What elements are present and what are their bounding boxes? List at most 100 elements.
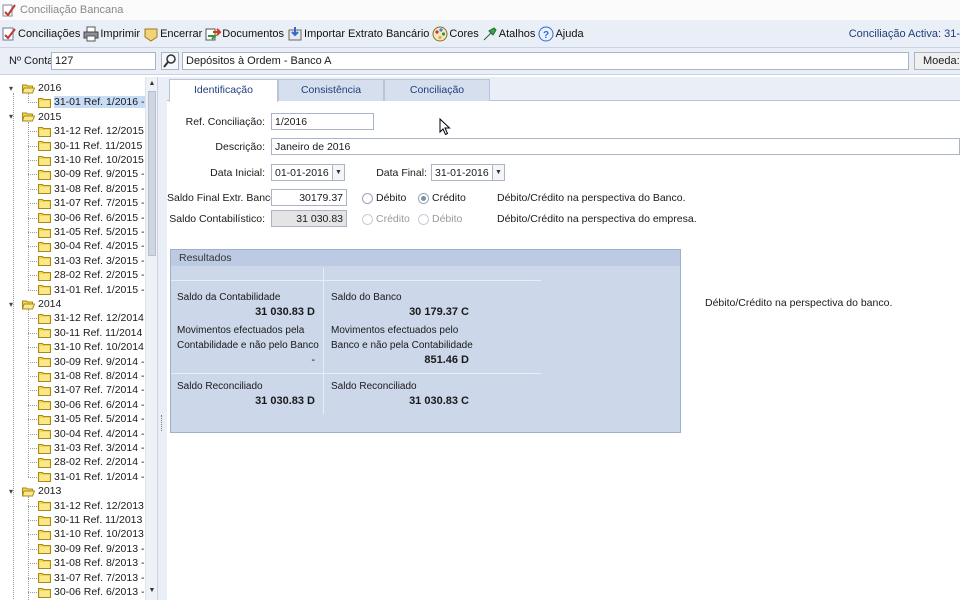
scroll-up-arrow-icon[interactable]: ▲ xyxy=(148,80,156,90)
tree-item[interactable]: 31-10 Ref. 10/2014 - Pe xyxy=(38,340,157,354)
tree-year-node[interactable]: ▾ 2016 xyxy=(9,81,61,95)
tree-item[interactable]: 30-06 Ref. 6/2015 - Per xyxy=(38,211,157,225)
tree-item[interactable]: 31-05 Ref. 5/2014 - Per xyxy=(38,412,158,426)
tree-connector xyxy=(28,520,37,521)
start-date-dropdown[interactable]: ▼ xyxy=(332,164,345,181)
tree-item[interactable]: 31-01 Ref. 1/2014 - Per xyxy=(38,470,157,484)
end-date-input[interactable]: 31-01-2016 xyxy=(431,164,493,181)
tree-year-node[interactable]: ▾ 2014 xyxy=(9,297,61,311)
tree-item[interactable]: 31-12 Ref. 12/2013 - Pe xyxy=(38,499,157,513)
account-search-button[interactable] xyxy=(161,52,179,70)
tree-connector xyxy=(28,332,37,334)
scroll-down-arrow-icon[interactable]: ▼ xyxy=(148,587,156,597)
scrollbar-thumb[interactable] xyxy=(148,91,156,256)
imprimir-label: Imprimir xyxy=(100,27,141,40)
ref-input[interactable]: 1/2016 xyxy=(271,113,374,130)
folder-icon xyxy=(38,457,51,468)
tree-branch-line xyxy=(28,93,29,103)
tree-item[interactable]: 30-04 Ref. 4/2014 - Per xyxy=(38,427,158,441)
documentos-button[interactable]: Documentos xyxy=(204,22,286,46)
folder-icon xyxy=(38,284,51,296)
tree-item[interactable]: 30-06 Ref. 6/2014 - Per xyxy=(38,398,158,412)
tree-item-label: 31-07 Ref. 7/2015 - Per xyxy=(54,197,158,210)
tab-consistencia[interactable]: Consistência xyxy=(278,79,384,101)
tree-item[interactable]: 31-05 Ref. 5/2015 - Per xyxy=(38,225,157,239)
tree-item-label: 31-07 Ref. 7/2013 - Per xyxy=(54,571,158,584)
tree-item[interactable]: 30-11 Ref. 11/2014 - Pe xyxy=(38,326,157,340)
tree-item[interactable]: 30-09 Ref. 9/2014 - Per xyxy=(38,355,157,369)
account-number-input[interactable]: 127 xyxy=(51,52,156,70)
description-label: Descrição: xyxy=(215,141,265,153)
tree-item[interactable]: 31-01 Ref. 1/2015 - Per xyxy=(38,283,157,297)
bank-perspective-note: Débito/Crédito na perspectiva do Banco. xyxy=(497,192,686,204)
main-panel: Identificação Consistência Conciliação R… xyxy=(167,77,960,600)
tree-item[interactable]: 30-11 Ref. 11/2015 - Pe xyxy=(38,139,158,153)
cores-button[interactable]: Cores xyxy=(431,22,480,46)
tree-item[interactable]: 30-04 Ref. 4/2015 - Per xyxy=(38,239,157,253)
tree-item-label: 30-11 Ref. 11/2015 - Pe xyxy=(54,139,158,152)
close-period-icon xyxy=(143,26,159,42)
tree-item[interactable]: 31-07 Ref. 7/2014 - Per xyxy=(38,383,157,397)
panel-splitter[interactable] xyxy=(158,77,167,600)
tree-item[interactable]: 31-07 Ref. 7/2015 - Per xyxy=(38,196,158,210)
folder-icon xyxy=(38,212,51,224)
help-icon: ? xyxy=(538,26,554,42)
tree-item[interactable]: 30-11 Ref. 11/2013 - Pe xyxy=(38,513,158,527)
tree-item[interactable]: 30-06 Ref. 6/2013 - Per xyxy=(38,585,157,599)
atalhos-button[interactable]: Atalhos xyxy=(481,22,538,46)
tree-item-label: 30-11 Ref. 11/2013 - Pe xyxy=(54,514,158,526)
folder-icon xyxy=(38,97,51,108)
end-date-dropdown[interactable]: ▼ xyxy=(492,164,505,181)
tree-item[interactable]: 31-08 Ref. 8/2013 - Per xyxy=(38,556,157,570)
book-moves-value: - xyxy=(311,354,315,366)
tree-item[interactable]: 31-10 Ref. 10/2015 - Pe xyxy=(38,153,157,167)
tree-item-label: 31-01 Ref. 1/2016 - Per xyxy=(54,96,157,109)
tree-item[interactable]: 31-12 Ref. 12/2014 - Pe xyxy=(38,311,157,325)
tab-conciliacao[interactable]: Conciliação xyxy=(384,79,490,101)
imprimir-button[interactable]: Imprimir xyxy=(82,22,142,46)
tab-identificacao[interactable]: Identificação xyxy=(169,79,278,102)
tree-year-label: 2014 xyxy=(38,298,62,310)
tree-year-node[interactable]: ▾ 2013 xyxy=(9,484,61,498)
tree-item[interactable]: 31-08 Ref. 8/2014 - Per xyxy=(38,369,157,383)
book-balance-label: Saldo Contabilístico: xyxy=(169,213,265,225)
results-row-divider xyxy=(171,373,541,374)
tree-item[interactable]: 30-09 Ref. 9/2015 - Per xyxy=(38,167,157,181)
encerrar-button[interactable]: Encerrar xyxy=(142,22,204,46)
tree-item[interactable]: 31-07 Ref. 7/2013 - Per xyxy=(38,571,158,585)
folder-icon xyxy=(38,428,51,440)
bank-debit-radio[interactable] xyxy=(362,193,373,204)
tree-connector xyxy=(28,347,37,349)
conciliacoes-button[interactable]: Conciliações xyxy=(0,22,82,46)
ajuda-button[interactable]: ? Ajuda xyxy=(537,22,585,46)
tree-item[interactable]: 31-03 Ref. 3/2015 - Per xyxy=(38,254,157,268)
expand-toggle-icon[interactable]: ▾ xyxy=(9,84,18,93)
description-input[interactable]: Janeiro de 2016 xyxy=(271,138,960,155)
tree-item[interactable]: 31-01 Ref. 1/2016 - Per xyxy=(38,95,157,109)
tree-scrollbar[interactable]: ▲ ▼ xyxy=(145,77,157,600)
folder-icon xyxy=(38,414,51,425)
tree-item[interactable]: 31-12 Ref. 12/2015 - Pe xyxy=(38,124,157,138)
importar-extrato-button[interactable]: Importar Extrato Bancário xyxy=(286,22,431,46)
bank-credit-label: Crédito xyxy=(432,192,466,204)
tree-item-label: 31-05 Ref. 5/2014 - Per xyxy=(54,413,158,426)
tree-item-label: 31-08 Ref. 8/2015 - Per xyxy=(54,182,158,195)
toolbar: Conciliações Imprimir Encerrar Documento… xyxy=(0,20,960,48)
folder-icon xyxy=(38,399,51,411)
tree-item-label: 30-04 Ref. 4/2014 - Per xyxy=(54,427,158,440)
folder-icon xyxy=(38,270,51,281)
tree-item-label: 30-06 Ref. 6/2014 - Per xyxy=(54,398,158,411)
tree-item[interactable]: 31-08 Ref. 8/2015 - Per xyxy=(38,182,158,196)
active-reconciliation-status: Conciliação Activa: 31- xyxy=(848,28,960,40)
tree-year-node[interactable]: ▾ 2015 xyxy=(9,110,61,124)
bank-credit-radio[interactable] xyxy=(418,193,429,204)
tree-item[interactable]: 31-03 Ref. 3/2014 - Per xyxy=(38,441,157,455)
tree-connector xyxy=(28,203,37,205)
bank-balance-input[interactable]: 30179.37 xyxy=(271,189,347,206)
palette-icon xyxy=(432,26,448,42)
tree-item[interactable]: 31-10 Ref. 10/2013 - Pe xyxy=(38,527,157,541)
tree-item[interactable]: 28-02 Ref. 2/2014 - Per xyxy=(38,455,157,469)
start-date-input[interactable]: 01-01-2016 xyxy=(271,164,333,181)
tree-item[interactable]: 30-09 Ref. 9/2013 - Per xyxy=(38,542,157,556)
tree-item[interactable]: 28-02 Ref. 2/2015 - Per xyxy=(38,268,157,282)
